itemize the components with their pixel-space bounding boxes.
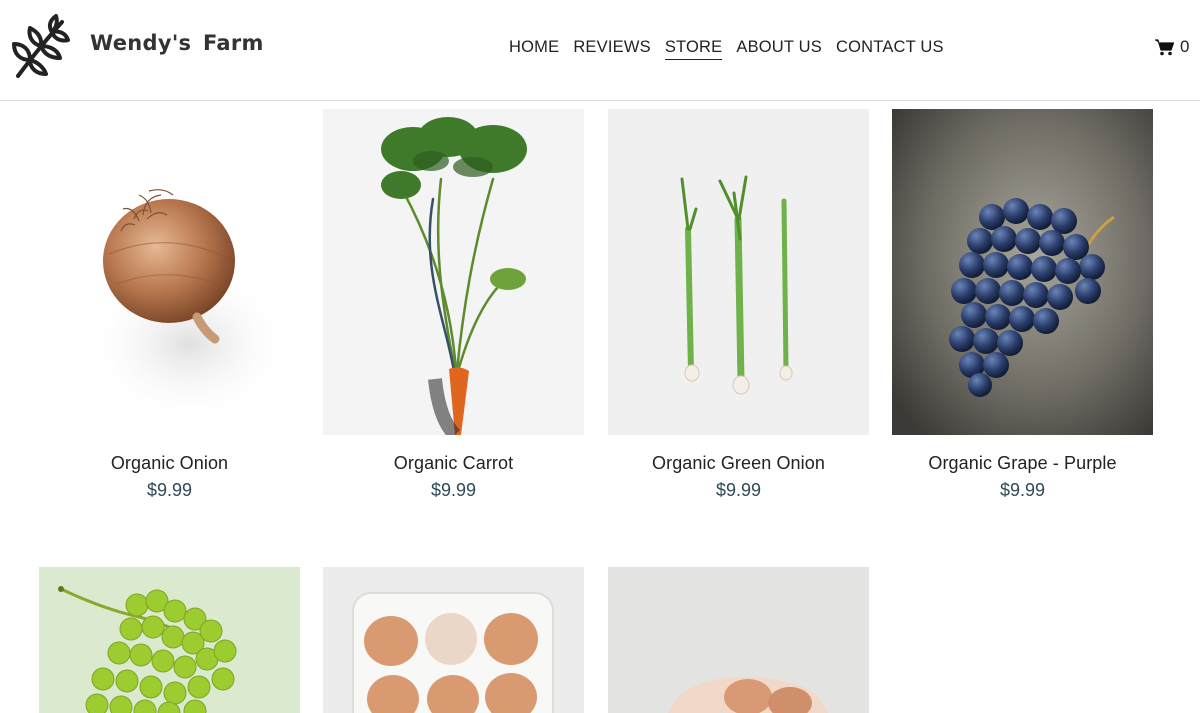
brand-name[interactable]: Wendy's Farm [90, 31, 264, 55]
nav-store[interactable]: STORE [664, 38, 723, 60]
product-image-grape-purple[interactable] [892, 109, 1153, 435]
product-image-onion[interactable] [39, 109, 300, 435]
shopping-cart-icon [1155, 38, 1174, 55]
cart-button[interactable]: 0 [1155, 37, 1189, 57]
product-image-carrot[interactable] [323, 109, 584, 435]
product-card[interactable]: Organic Green Onion $9.99 [608, 109, 869, 501]
product-title[interactable]: Organic Carrot [323, 453, 584, 474]
product-image-eggs-bag[interactable] [608, 567, 869, 713]
cart-count: 0 [1180, 37, 1190, 56]
site-header: Wendy's Farm HOME REVIEWS STORE ABOUT US… [0, 0, 1200, 101]
nav-contact-us[interactable]: CONTACT US [836, 38, 944, 60]
leaf-branch-icon[interactable] [8, 14, 74, 80]
product-card[interactable]: Organic Carrot $9.99 [323, 109, 584, 501]
product-price: $9.99 [999, 480, 1046, 500]
product-image-green-onion[interactable] [608, 109, 869, 435]
product-card[interactable]: Organic Onion $9.99 [39, 109, 300, 501]
product-title[interactable]: Organic Onion [39, 453, 300, 474]
product-image-grape-green[interactable] [39, 567, 300, 713]
product-price: $9.99 [430, 480, 477, 500]
nav-about-us[interactable]: ABOUT US [736, 38, 822, 60]
product-price: $9.99 [715, 480, 762, 500]
nav-home[interactable]: HOME [509, 38, 559, 60]
product-title[interactable]: Organic Grape - Purple [892, 453, 1153, 474]
product-price: $9.99 [146, 480, 193, 500]
product-card[interactable]: Organic Grape - Purple $9.99 [892, 109, 1153, 501]
main-nav: HOME REVIEWS STORE ABOUT US CONTACT US [509, 38, 944, 60]
product-title[interactable]: Organic Green Onion [608, 453, 869, 474]
product-image-eggs-tray[interactable] [323, 567, 584, 713]
nav-reviews[interactable]: REVIEWS [573, 38, 651, 60]
